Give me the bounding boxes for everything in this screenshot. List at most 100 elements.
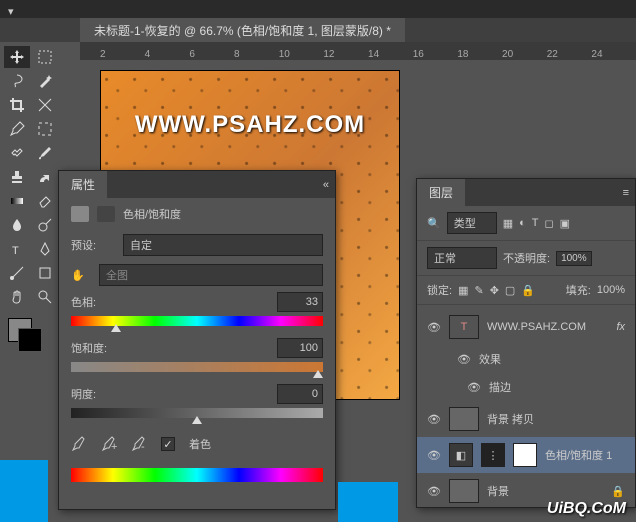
lightness-slider[interactable] xyxy=(71,408,323,418)
filter-type-select[interactable]: 类型 xyxy=(447,212,497,234)
lightness-input[interactable] xyxy=(277,384,323,404)
color-swatches[interactable] xyxy=(4,318,58,366)
visibility-icon[interactable]: 👁 xyxy=(427,413,441,426)
pen-tool[interactable] xyxy=(32,238,58,260)
saturation-label: 饱和度: xyxy=(71,340,107,356)
hand-tool[interactable] xyxy=(4,286,30,308)
history-brush-tool[interactable] xyxy=(32,166,58,188)
saturation-slider[interactable] xyxy=(71,362,323,372)
opacity-value[interactable]: 100% xyxy=(556,251,592,266)
blur-tool[interactable] xyxy=(4,214,30,236)
properties-tab[interactable]: 属性 xyxy=(59,171,107,198)
crop-tool[interactable] xyxy=(4,94,30,116)
layer-bg-copy[interactable]: 👁 背景 拷贝 xyxy=(417,401,635,437)
brush-tool[interactable] xyxy=(32,142,58,164)
ruler-mark: 22 xyxy=(547,49,592,60)
zoom-tool[interactable] xyxy=(32,286,58,308)
fill-label: 填充: xyxy=(566,282,591,298)
ruler-mark: 8 xyxy=(234,49,279,60)
panel-menu-icon[interactable]: « xyxy=(317,179,335,191)
ruler-mark: 10 xyxy=(279,49,324,60)
colorize-checkbox[interactable] xyxy=(161,437,175,451)
layer-name: 色相/饱和度 1 xyxy=(545,447,612,463)
filter-shape-icon[interactable]: ◻ xyxy=(545,217,554,230)
svg-text:T: T xyxy=(12,245,19,257)
eyedropper-plus-icon[interactable]: + xyxy=(101,436,117,452)
lock-artboard-icon[interactable]: ▢ xyxy=(505,284,515,297)
link-icon: ⋮ xyxy=(481,443,505,467)
layer-hue-sat[interactable]: 👁 ◧ ⋮ 色相/饱和度 1 xyxy=(417,437,635,473)
ruler-mark: 4 xyxy=(145,49,190,60)
document-tab[interactable]: 未标题-1-恢复的 @ 66.7% (色相/饱和度 1, 图层蒙版/8) * xyxy=(80,18,405,43)
filter-pixel-icon[interactable]: ▦ xyxy=(503,217,513,230)
dodge-tool[interactable] xyxy=(32,214,58,236)
document-tabbar: 未标题-1-恢复的 @ 66.7% (色相/饱和度 1, 图层蒙版/8) * xyxy=(0,18,636,42)
hue-input[interactable] xyxy=(277,292,323,312)
taskbar-left xyxy=(0,460,48,522)
text-layer-icon: T xyxy=(449,315,479,339)
eyedropper-minus-icon[interactable]: - xyxy=(131,436,147,452)
healing-tool[interactable] xyxy=(4,142,30,164)
panel-menu-icon[interactable]: ≡ xyxy=(617,187,635,199)
gradient-tool[interactable] xyxy=(4,190,30,212)
frame-tool[interactable] xyxy=(32,118,58,140)
visibility-icon[interactable]: 👁 xyxy=(427,485,441,498)
layer-thumbnail xyxy=(449,479,479,503)
canvas-text-layer: WWW.PSAHZ.COM xyxy=(101,111,399,139)
preset-label: 预设: xyxy=(71,237,115,253)
visibility-icon[interactable]: 👁 xyxy=(457,353,471,366)
filter-adjust-icon[interactable]: ◐ xyxy=(519,217,526,229)
layer-mask[interactable] xyxy=(513,443,537,467)
colorize-label: 着色 xyxy=(189,436,211,452)
lasso-tool[interactable] xyxy=(4,70,30,92)
layer-effects[interactable]: 👁 效果 xyxy=(417,345,635,373)
eyedropper-icon[interactable] xyxy=(71,436,87,452)
magic-wand-tool[interactable] xyxy=(32,70,58,92)
lock-icon: 🔒 xyxy=(611,485,625,498)
layer-text[interactable]: 👁 T WWW.PSAHZ.COM fx xyxy=(417,309,635,345)
fill-value[interactable]: 100% xyxy=(597,284,625,296)
visibility-icon[interactable]: 👁 xyxy=(427,449,441,462)
search-icon[interactable]: 🔍 xyxy=(427,217,441,230)
hand-icon[interactable]: ✋ xyxy=(71,269,91,282)
ruler-mark: 16 xyxy=(413,49,458,60)
toolbox: T xyxy=(0,42,62,522)
lock-label: 锁定: xyxy=(427,282,452,298)
visibility-icon[interactable]: 👁 xyxy=(427,321,441,334)
fx-badge[interactable]: fx xyxy=(616,321,625,333)
menu-icon[interactable]: ▾ xyxy=(8,5,16,13)
stroke-label: 描边 xyxy=(489,379,511,395)
layer-name: 背景 xyxy=(487,483,509,499)
adjustment-icon xyxy=(71,206,89,222)
layer-stroke-effect[interactable]: 👁 描边 xyxy=(417,373,635,401)
type-tool[interactable]: T xyxy=(4,238,30,260)
adjustment-layer-icon: ◧ xyxy=(449,443,473,467)
svg-text:+: + xyxy=(111,441,117,452)
layers-tab[interactable]: 图层 xyxy=(417,179,465,206)
shape-tool[interactable] xyxy=(32,262,58,284)
background-color[interactable] xyxy=(18,328,42,352)
move-tool[interactable] xyxy=(4,46,30,68)
stamp-tool[interactable] xyxy=(4,166,30,188)
filter-smart-icon[interactable]: ▣ xyxy=(560,217,570,230)
eyedropper-tool[interactable] xyxy=(4,118,30,140)
lock-brush-icon[interactable]: ✎ xyxy=(474,284,483,297)
eraser-tool[interactable] xyxy=(32,190,58,212)
lock-position-icon[interactable]: ✥ xyxy=(490,284,499,297)
ruler-mark: 18 xyxy=(457,49,502,60)
blend-mode-select[interactable]: 正常 xyxy=(427,247,497,269)
preset-select[interactable]: 自定 xyxy=(123,234,323,256)
visibility-icon[interactable]: 👁 xyxy=(467,381,481,394)
channel-select[interactable]: 全图 xyxy=(99,264,323,286)
ruler-mark: 2 xyxy=(100,49,145,60)
filter-type-icon[interactable]: T xyxy=(532,217,539,229)
lock-all-icon[interactable]: 🔒 xyxy=(521,284,535,297)
marquee-tool[interactable] xyxy=(32,46,58,68)
slice-tool[interactable] xyxy=(32,94,58,116)
path-tool[interactable] xyxy=(4,262,30,284)
hue-slider[interactable] xyxy=(71,316,323,326)
layer-name: 背景 拷贝 xyxy=(487,411,534,427)
mask-icon xyxy=(97,206,115,222)
saturation-input[interactable] xyxy=(277,338,323,358)
lock-pixels-icon[interactable]: ▦ xyxy=(458,284,468,297)
